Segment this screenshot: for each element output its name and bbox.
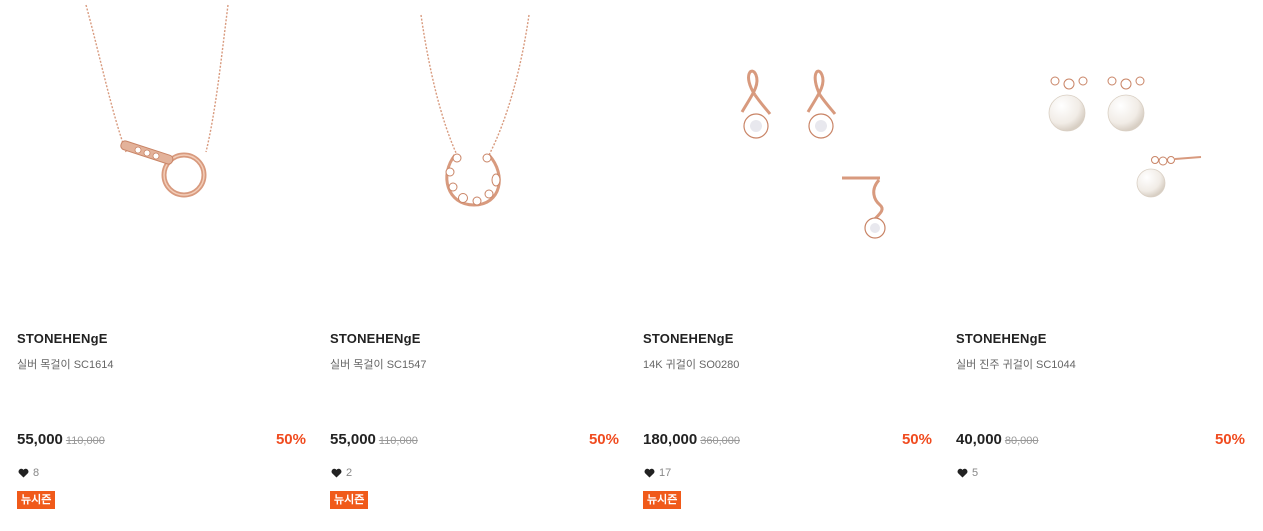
heart-icon[interactable]	[331, 468, 342, 478]
original-price: 80,000	[1004, 435, 1039, 447]
knot-drop-earrings-icon	[740, 69, 886, 239]
heart-icon[interactable]	[18, 468, 29, 478]
heart-icon[interactable]	[644, 468, 655, 478]
price-row: 40,000 80,000 50%	[956, 431, 1245, 451]
original-price: 110,000	[378, 435, 418, 447]
product-name[interactable]: 실버 목걸이 SC1614	[17, 356, 113, 372]
discount-rate: 50%	[275, 431, 306, 448]
sale-price: 55,000	[17, 431, 63, 448]
like-count-value: 8	[33, 467, 40, 479]
discount-rate: 50%	[1214, 431, 1245, 448]
price-row: 180,000 360,000 50%	[643, 431, 932, 451]
sale-price: 40,000	[956, 431, 1002, 448]
product-name[interactable]: 실버 목걸이 SC1547	[330, 356, 426, 372]
pearl-earrings-icon	[1048, 76, 1202, 198]
product-brand[interactable]: STONEHENgE	[17, 331, 108, 346]
like-count[interactable]: 17	[644, 467, 671, 479]
product-card[interactable]: STONEHENgE 실버 진주 귀걸이 SC1044 40,000 80,000…	[955, 0, 1255, 531]
horseshoe-pendant-necklace-icon	[420, 14, 530, 207]
product-brand[interactable]: STONEHENgE	[330, 331, 421, 346]
circle-pendant-necklace-icon	[85, 4, 229, 198]
discount-rate: 50%	[901, 431, 932, 448]
product-image[interactable]	[16, 0, 316, 300]
like-count[interactable]: 2	[331, 467, 352, 479]
product-image[interactable]	[955, 0, 1255, 300]
product-image[interactable]	[329, 0, 629, 300]
product-card[interactable]: STONEHENgE 실버 목걸이 SC1547 55,000 110,000 5…	[329, 0, 629, 531]
new-season-badge: 뉴시즌	[330, 491, 369, 509]
sale-price: 55,000	[330, 431, 376, 448]
like-count[interactable]: 8	[18, 467, 39, 479]
product-card[interactable]: STONEHENgE 실버 목걸이 SC1614 55,000 110,000 5…	[16, 0, 316, 531]
product-name[interactable]: 14K 귀걸이 SO0280	[643, 356, 739, 372]
price-row: 55,000 110,000 50%	[17, 431, 306, 451]
sale-price: 180,000	[643, 431, 698, 448]
original-price: 110,000	[65, 435, 105, 447]
product-brand[interactable]: STONEHENgE	[643, 331, 734, 346]
product-brand[interactable]: STONEHENgE	[956, 331, 1047, 346]
like-count-value: 5	[972, 467, 979, 479]
product-grid: STONEHENgE 실버 목걸이 SC1614 55,000 110,000 5…	[0, 0, 1263, 531]
product-name[interactable]: 실버 진주 귀걸이 SC1044	[956, 356, 1076, 372]
product-image[interactable]	[642, 0, 942, 300]
discount-rate: 50%	[588, 431, 619, 448]
product-card[interactable]: STONEHENgE 14K 귀걸이 SO0280 180,000 360,000…	[642, 0, 942, 531]
new-season-badge: 뉴시즌	[17, 491, 56, 509]
like-count-value: 17	[659, 467, 672, 479]
price-row: 55,000 110,000 50%	[330, 431, 619, 451]
like-count-value: 2	[346, 467, 353, 479]
like-count[interactable]: 5	[957, 467, 978, 479]
original-price: 360,000	[700, 435, 740, 447]
heart-icon[interactable]	[957, 468, 968, 478]
new-season-badge: 뉴시즌	[643, 491, 682, 509]
